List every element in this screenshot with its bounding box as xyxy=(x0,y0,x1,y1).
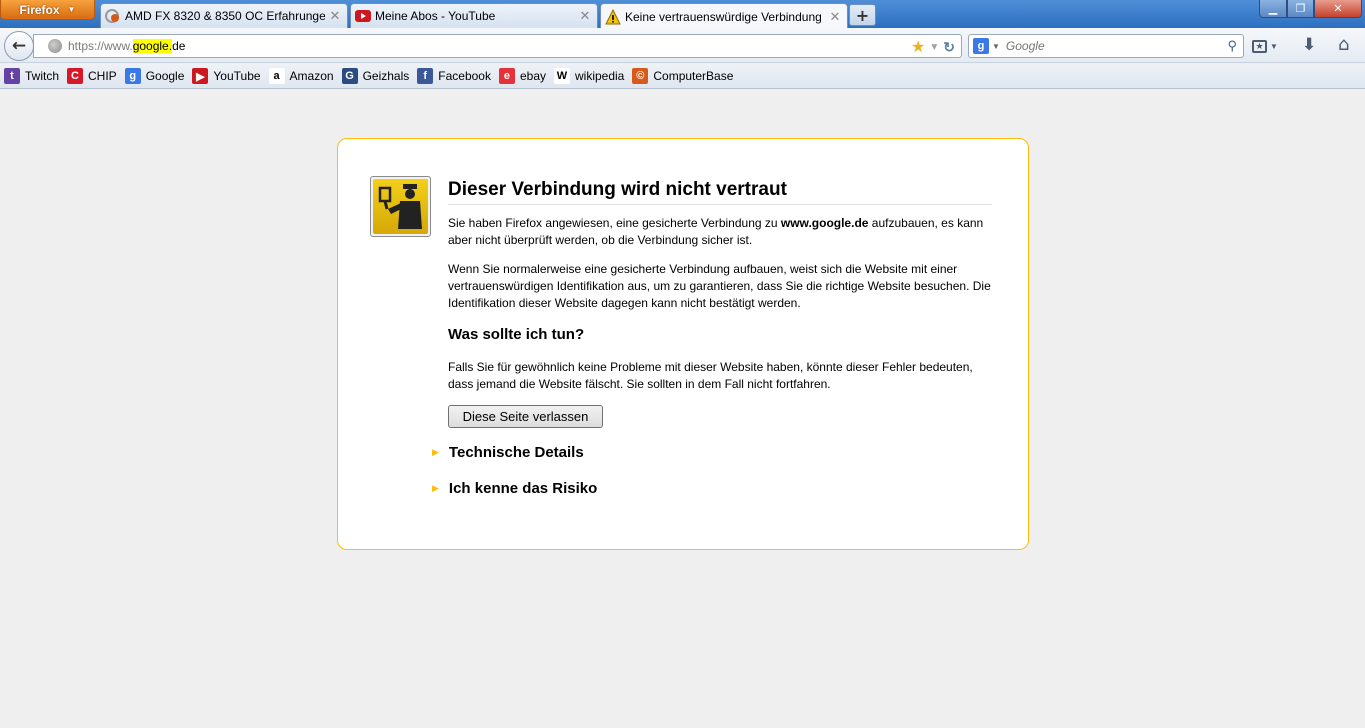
bookmark-label: CHIP xyxy=(88,69,117,83)
url-bar[interactable]: https://www. google. de ★ ▼ ↻ xyxy=(33,34,962,58)
url-prefix: https://www. xyxy=(68,39,133,53)
bookmark-wikipedia[interactable]: Wwikipedia xyxy=(554,68,624,84)
close-tab-icon[interactable]: ✕ xyxy=(329,8,341,24)
tab-label: Meine Abos - YouTube xyxy=(375,9,496,23)
bookmark-label: Twitch xyxy=(25,69,60,83)
navigation-toolbar: https://www.google.de ★ ▼ ↻ ← g ▼ ⚲ ★ ▼ … xyxy=(0,28,1365,63)
understand-risk-expander[interactable]: ▶ Ich kenne das Risiko xyxy=(432,480,597,497)
wikipedia-icon: W xyxy=(554,68,570,84)
bookmarks-toolbar: t Twitch C CHIP g Google ▶ YouTube a Amazon G Geizh… xyxy=(0,64,1365,89)
what-should-i-do-heading: Was sollte ich tun? xyxy=(448,326,585,343)
error-paragraph-3: Falls Sie für gewöhnlich keine Probleme … xyxy=(448,360,973,391)
warning-icon xyxy=(605,8,621,25)
bookmark-label: Facebook xyxy=(438,69,491,83)
reload-icon[interactable]: ↻ xyxy=(943,39,955,56)
bookmark-geizhals[interactable]: G Geizhals xyxy=(341,68,410,84)
new-tab-button[interactable]: + xyxy=(849,4,876,26)
geizhals-icon: G xyxy=(341,68,358,84)
tab-meine-abos[interactable]: Meine Abos - YouTube ✕ xyxy=(350,3,598,28)
youtube-icon xyxy=(355,8,371,24)
error-title: Dieser Verbindung wird nicht vertraut xyxy=(448,179,992,205)
identity-officer-icon xyxy=(370,176,431,237)
back-arrow-icon: ← xyxy=(11,36,27,56)
bookmark-star-icon[interactable]: ★ xyxy=(911,37,925,57)
home-button[interactable]: ⌂ xyxy=(1338,34,1349,55)
bookmark-facebook[interactable]: f Facebook xyxy=(417,68,491,84)
understand-risk-label: Ich kenne das Risiko xyxy=(448,480,598,497)
bookmark-ebay[interactable]: e ebay xyxy=(498,68,546,84)
search-input[interactable] xyxy=(1005,39,1206,53)
tab-keine-vertrauenswuerdige-verbindung[interactable]: Keine vertrauenswürdige Verbindung ✕ xyxy=(600,3,848,29)
bookmark-google[interactable]: g Google xyxy=(124,68,185,84)
tab-label: Keine vertrauenswürdige Verbindung xyxy=(625,9,822,24)
leave-page-button[interactable]: Diese Seite verlassen xyxy=(448,405,603,428)
history-dropdown-icon[interactable]: ▼ xyxy=(929,42,939,53)
bookmarks-icon: ★ xyxy=(1252,39,1267,53)
error-paragraph-1: Sie haben Firefox angewiesen, eine gesic… xyxy=(448,215,993,249)
firefox-menu-label: Firefox xyxy=(19,2,60,17)
bookmark-chip[interactable]: C CHIP xyxy=(67,68,117,84)
error-paragraph-2: Wenn Sie normalerweise eine gesicherte V… xyxy=(448,262,991,310)
computerbase-icon xyxy=(105,8,121,24)
close-tab-icon[interactable]: ✕ xyxy=(579,8,591,24)
bookmark-label: Geizhals xyxy=(362,69,410,83)
bookmark-label: YouTube xyxy=(213,69,261,83)
facebook-icon: f xyxy=(417,68,434,84)
bookmark-label: ComputerBase xyxy=(653,69,734,83)
url-host: google. xyxy=(132,39,173,53)
chevron-down-icon: ▼ xyxy=(67,5,76,14)
bookmark-computerbase[interactable]: © ComputerBase xyxy=(632,68,733,84)
bookmark-label: Google xyxy=(145,69,185,83)
bookmark-twitch[interactable]: t Twitch xyxy=(4,68,59,84)
youtube-icon: ▶ xyxy=(192,68,209,84)
home-icon: ⌂ xyxy=(1338,34,1350,55)
downloads-button[interactable]: ⬇ xyxy=(1302,35,1316,55)
bookmark-label: ebay xyxy=(519,69,546,83)
tab-label: AMD FX 8320 & 8350 OC Erfahrungen... xyxy=(125,9,325,23)
computerbase-icon: © xyxy=(632,68,649,84)
bookmark-label: wikipedia xyxy=(575,69,625,83)
technical-details-expander[interactable]: ▶ Technische Details xyxy=(432,444,584,461)
search-icon[interactable]: ⚲ xyxy=(1227,38,1237,54)
bookmarks-menu-button[interactable]: ★ ▼ xyxy=(1252,37,1286,55)
bookmark-amazon[interactable]: a Amazon xyxy=(268,68,334,84)
expand-triangle-icon: ▶ xyxy=(432,447,439,457)
close-tab-icon[interactable]: ✕ xyxy=(829,9,841,25)
globe-icon xyxy=(48,39,62,53)
url-suffix: de xyxy=(172,39,186,53)
download-arrow-icon: ⬇ xyxy=(1302,35,1317,55)
bookmark-label: Amazon xyxy=(289,69,334,83)
close-window-button[interactable]: ✕ xyxy=(1314,0,1362,18)
url-bar-tools: ★ ▼ ↻ xyxy=(911,37,955,57)
maximize-button[interactable]: ❐ xyxy=(1287,0,1314,18)
chip-icon: C xyxy=(67,68,84,84)
back-button[interactable]: ← xyxy=(4,31,34,61)
minimize-button[interactable]: ▁ xyxy=(1259,0,1287,18)
cert-error-box: Dieser Verbindung wird nicht vertraut Si… xyxy=(337,138,1029,550)
google-search-engine-icon[interactable]: g xyxy=(973,38,989,54)
firefox-menu-button[interactable]: Firefox ▼ xyxy=(0,0,95,20)
search-bar[interactable]: g ▼ ⚲ xyxy=(968,34,1244,58)
technical-details-label: Technische Details xyxy=(448,444,584,461)
tab-strip: Firefox ▼ AMD FX 8320 & 8350 OC Erfahrun… xyxy=(0,0,1365,29)
error-host: www.google.de xyxy=(780,216,869,230)
amazon-icon: a xyxy=(268,68,285,84)
chevron-down-icon[interactable]: ▼ xyxy=(992,42,1000,51)
google-icon: g xyxy=(124,68,141,84)
paragraph-text: Sie haben Firefox angewiesen, eine gesic… xyxy=(448,216,781,230)
expand-triangle-icon: ▶ xyxy=(432,483,439,493)
bookmark-youtube[interactable]: ▶ YouTube xyxy=(192,68,261,84)
chevron-down-icon: ▼ xyxy=(1270,41,1278,51)
tab-amd-fx[interactable]: AMD FX 8320 & 8350 OC Erfahrungen... ✕ xyxy=(100,3,348,28)
twitch-icon: t xyxy=(4,68,20,84)
ebay-icon: e xyxy=(498,68,515,84)
